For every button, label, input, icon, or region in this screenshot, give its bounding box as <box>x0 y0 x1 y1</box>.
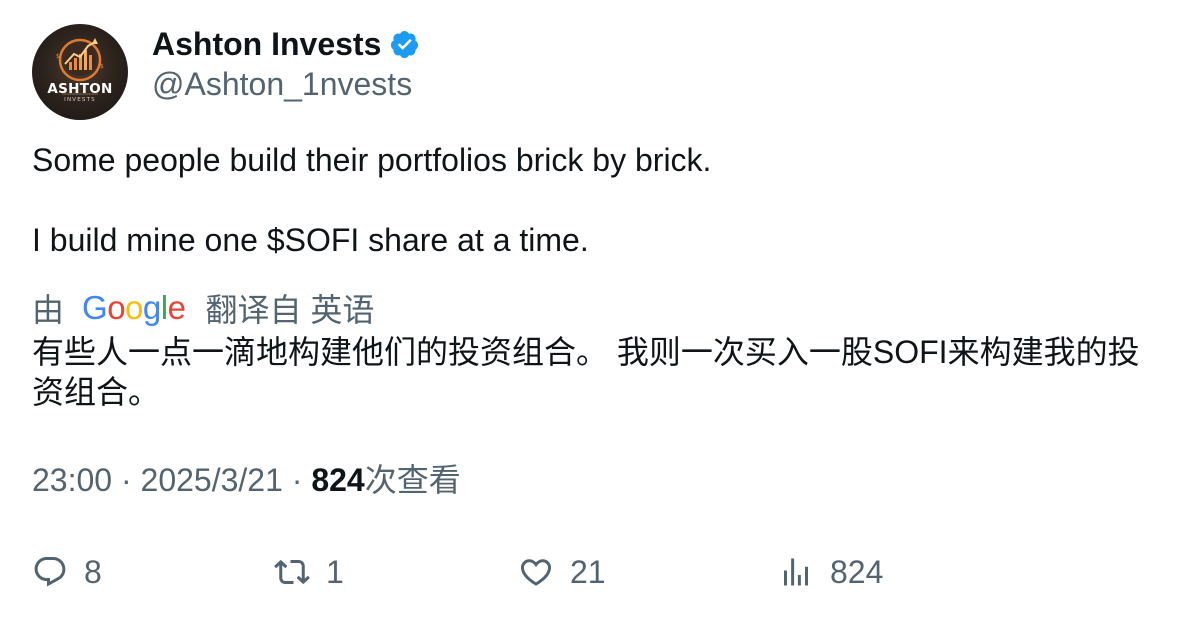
google-letter-o1: o <box>107 289 126 326</box>
tweet-card: $ $ ASHTON INVESTS Ashton Invests @Ashto… <box>32 24 1164 500</box>
google-letter-g: G <box>82 289 108 326</box>
author-display-name[interactable]: Ashton Invests <box>152 26 381 62</box>
verified-badge-icon[interactable] <box>389 29 420 60</box>
author-names: Ashton Invests @Ashton_1nvests <box>152 24 420 104</box>
meta-separator: · <box>291 462 303 498</box>
avatar[interactable]: $ $ ASHTON INVESTS <box>32 24 128 120</box>
avatar-chart-logo-icon: $ $ <box>56 38 104 95</box>
views-button[interactable]: 824 <box>778 552 978 592</box>
google-letter-g2: g <box>142 289 161 326</box>
google-letter-l: l <box>160 289 168 326</box>
view-count-label: 次查看 <box>364 462 461 498</box>
tweet-text-line-2: I build mine one $SOFI share at a time. <box>32 222 589 258</box>
tweet-text-line-1: Some people build their portfolios brick… <box>32 142 712 178</box>
avatar-brand-text: ASHTON <box>47 81 113 97</box>
tweet-time[interactable]: 23:00 <box>32 462 112 498</box>
action-bar: 8 1 21 824 <box>32 552 1132 592</box>
like-count: 21 <box>570 553 606 590</box>
author-handle[interactable]: @Ashton_1nvests <box>152 64 420 104</box>
svg-text:$: $ <box>100 63 104 70</box>
svg-text:$: $ <box>56 53 60 60</box>
translated-by-label: 由 <box>32 292 65 328</box>
display-name-row: Ashton Invests <box>152 26 420 62</box>
tweet-meta: 23:00 · 2025/3/21 · 824次查看 <box>32 460 1164 500</box>
views-count: 824 <box>830 553 884 590</box>
tweet-header: $ $ ASHTON INVESTS Ashton Invests @Ashto… <box>32 24 1164 120</box>
translated-text: 有些人一点一滴地构建他们的投资组合。 我则一次买入一股SOFI来构建我的投资组合… <box>32 334 1140 410</box>
heart-icon <box>520 559 552 586</box>
google-letter-o2: o <box>125 289 143 326</box>
google-letter-e: e <box>167 289 186 326</box>
reply-button[interactable]: 8 <box>32 552 274 592</box>
speech-bubble-icon <box>34 557 66 587</box>
bar-chart-icon <box>784 558 808 586</box>
repost-button[interactable]: 1 <box>274 552 518 592</box>
reply-count: 8 <box>84 553 102 590</box>
view-count: 824 <box>311 462 365 498</box>
tweet-date[interactable]: 2025/3/21 <box>141 462 283 498</box>
meta-separator: · <box>120 462 132 498</box>
tweet-text: Some people build their portfolios brick… <box>32 140 1164 260</box>
repost-count: 1 <box>326 553 344 590</box>
google-logo: Google <box>82 289 186 327</box>
avatar-subtitle-text: INVESTS <box>64 97 96 103</box>
like-button[interactable]: 21 <box>518 552 778 592</box>
repost-arrows-icon <box>274 559 310 585</box>
translation-attribution: 由 Google 翻译自 英语 <box>32 286 1164 330</box>
translated-from-label: 翻译自 英语 <box>205 292 375 328</box>
